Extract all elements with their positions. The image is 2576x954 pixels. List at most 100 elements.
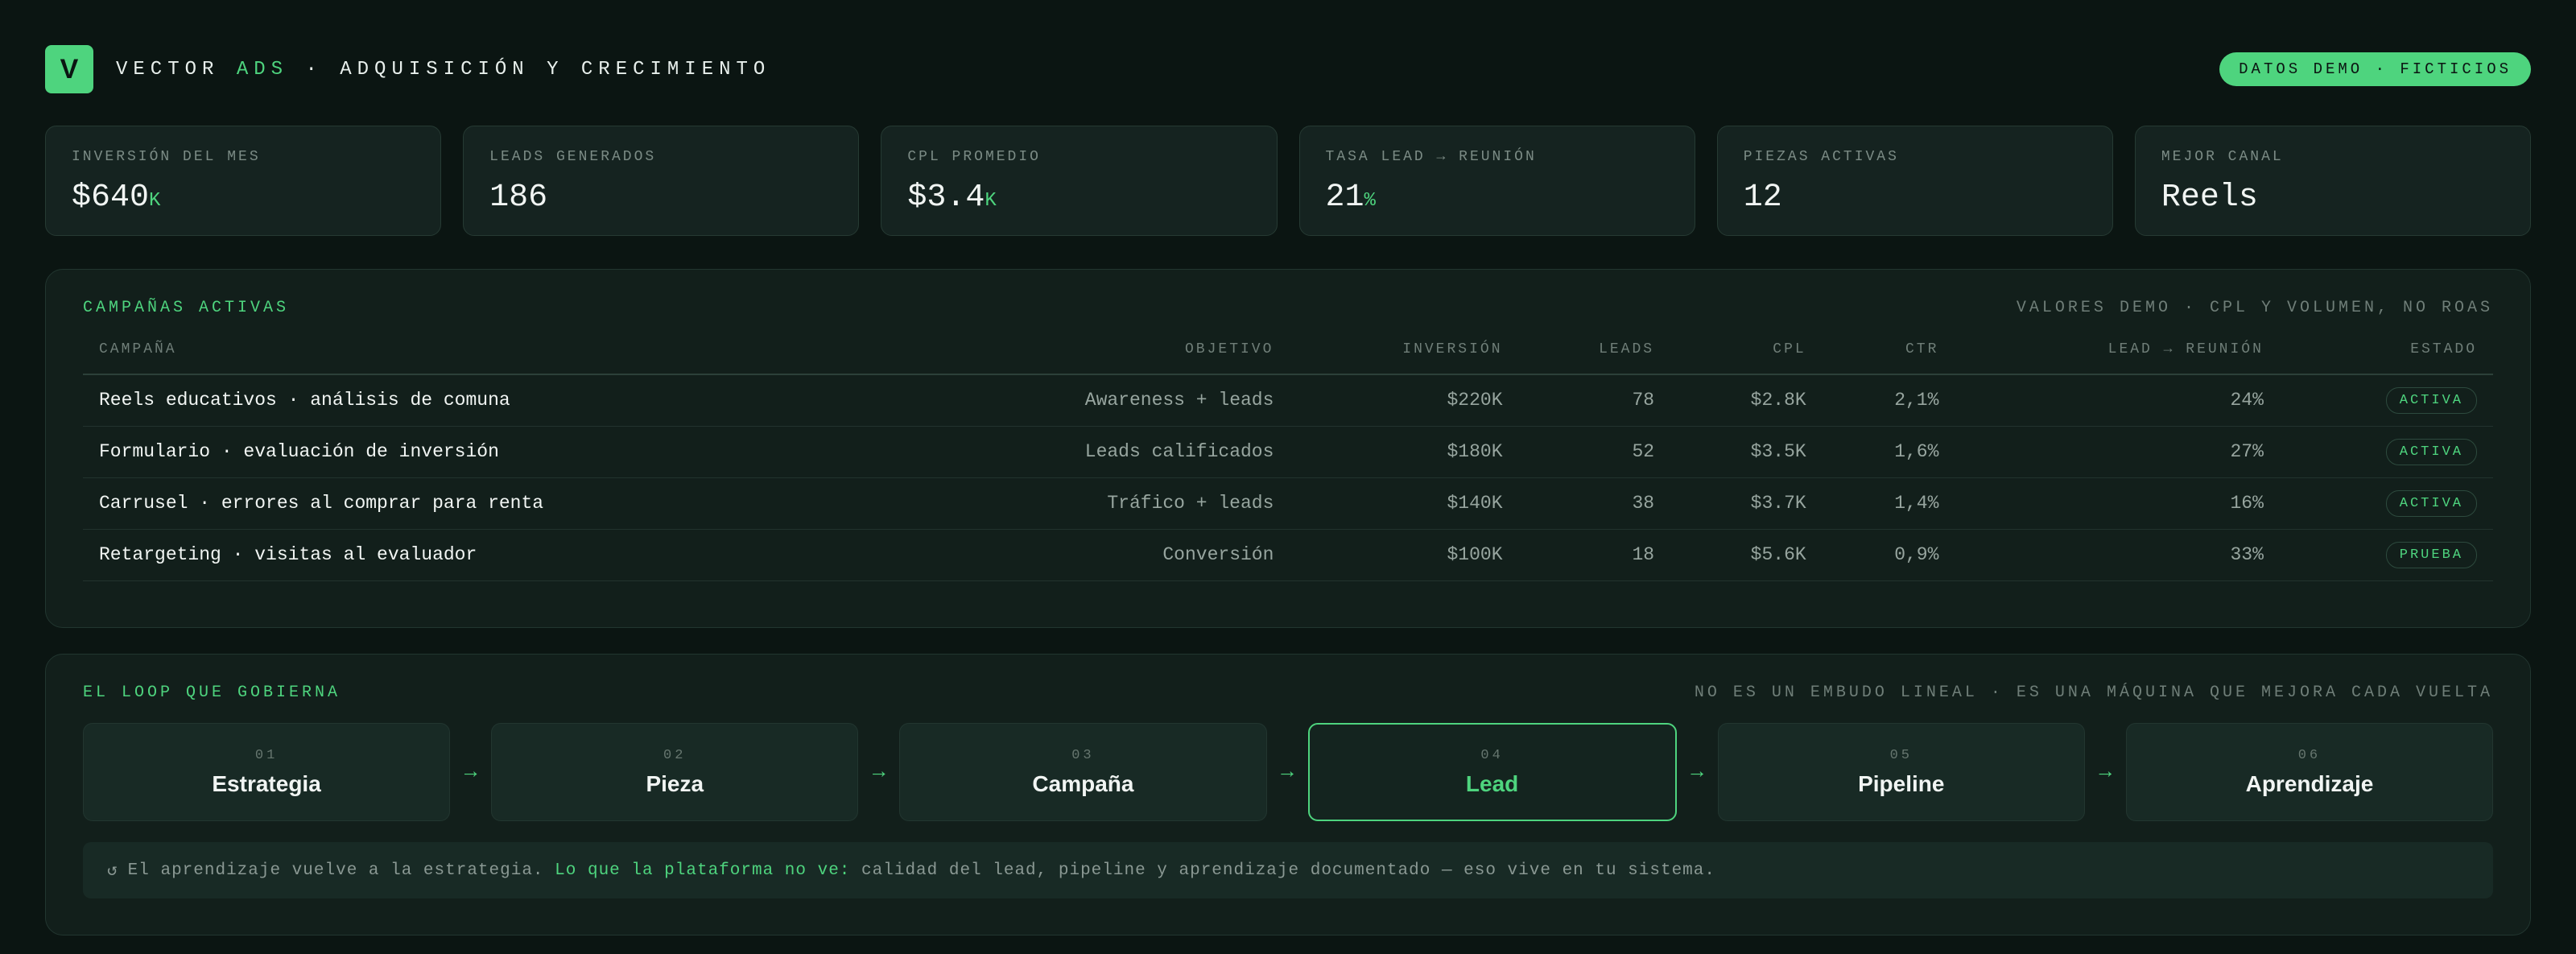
cell-objective: Leads calificados bbox=[907, 426, 1290, 478]
cell-campaign: Formulario · evaluación de inversión bbox=[83, 426, 908, 478]
campaigns-panel: CAMPAÑAS ACTIVAS VALORES DEMO · CPL Y VO… bbox=[45, 269, 2531, 628]
step-name: Lead bbox=[1465, 770, 1519, 796]
column-header-cpl[interactable]: CPL bbox=[1670, 341, 1823, 375]
cell-status: ACTIVA bbox=[2279, 374, 2493, 427]
campaigns-panel-header: CAMPAÑAS ACTIVAS VALORES DEMO · CPL Y VO… bbox=[83, 299, 2493, 317]
header: V VECTOR ADS · ADQUISICIÓN Y CRECIMIENTO… bbox=[45, 45, 2531, 93]
step-name: Aprendizaje bbox=[2245, 770, 2374, 796]
cell-status: ACTIVA bbox=[2279, 426, 2493, 478]
kpi-number: 186 bbox=[489, 180, 548, 216]
loop-step-campaign[interactable]: 03 Campaña bbox=[899, 723, 1267, 821]
kpi-value: $3.4K bbox=[907, 180, 1250, 216]
step-number: 01 bbox=[254, 747, 279, 763]
arrow-right-icon: → bbox=[464, 760, 477, 784]
cell-leads: 38 bbox=[1518, 477, 1671, 530]
cell-investment: $140K bbox=[1290, 477, 1519, 530]
cell-campaign: Carrusel · errores al comprar para renta bbox=[83, 477, 908, 530]
campaigns-title: CAMPAÑAS ACTIVAS bbox=[83, 299, 290, 317]
cell-campaign: Retargeting · visitas al evaluador bbox=[83, 529, 908, 581]
cell-campaign: Reels educativos · análisis de comuna bbox=[83, 374, 908, 427]
kpi-label: PIEZAS ACTIVAS bbox=[1743, 149, 1899, 165]
status-badge[interactable]: ACTIVA bbox=[2385, 438, 2477, 465]
cell-leads: 78 bbox=[1518, 374, 1671, 427]
column-header-campaign[interactable]: CAMPAÑA bbox=[83, 341, 908, 375]
cell-cpl: $3.7K bbox=[1670, 477, 1823, 530]
kpi-value: 21% bbox=[1326, 180, 1669, 216]
kpi-value: 186 bbox=[489, 180, 832, 216]
kpi-value: $640K bbox=[72, 180, 415, 216]
column-header-leads[interactable]: LEADS bbox=[1518, 341, 1671, 375]
cell-investment: $100K bbox=[1290, 529, 1519, 581]
column-header-investment[interactable]: INVERSIÓN bbox=[1290, 341, 1519, 375]
brand-accent: ADS bbox=[236, 58, 289, 81]
cell-leads: 18 bbox=[1518, 529, 1671, 581]
kpi-card-leads[interactable]: LEADS GENERADOS 186 bbox=[463, 126, 860, 236]
cell-investment: $220K bbox=[1290, 374, 1519, 427]
step-number: 04 bbox=[1480, 747, 1504, 763]
column-header-ctr[interactable]: CTR bbox=[1822, 341, 1955, 375]
cell-status: PRUEBA bbox=[2279, 529, 2493, 581]
footer-text-lead: El aprendizaje vuelve a la estrategia. bbox=[127, 861, 544, 880]
kpi-label: MEJOR CANAL bbox=[2161, 149, 2284, 165]
step-number: 02 bbox=[663, 747, 687, 763]
brand-title: VECTOR ADS · ADQUISICIÓN Y CRECIMIENTO bbox=[116, 59, 770, 81]
step-number: 05 bbox=[1889, 747, 1913, 763]
loop-note: NO ES UN EMBUDO LINEAL · ES UNA MÁQUINA … bbox=[1694, 683, 2493, 702]
kpi-row: INVERSIÓN DEL MES $640K LEADS GENERADOS … bbox=[45, 126, 2532, 236]
brand-suffix: · ADQUISICIÓN Y CRECIMIENTO bbox=[288, 58, 771, 81]
loop-panel: EL LOOP QUE GOBIERNA NO ES UN EMBUDO LIN… bbox=[45, 654, 2531, 935]
kpi-card-meeting-rate[interactable]: TASA LEAD → REUNIÓN 21% bbox=[1298, 126, 1695, 236]
cell-investment: $180K bbox=[1290, 426, 1519, 478]
kpi-unit: K bbox=[149, 190, 161, 212]
loop-step-piece[interactable]: 02 Pieza bbox=[491, 723, 859, 821]
kpi-card-investment[interactable]: INVERSIÓN DEL MES $640K bbox=[45, 126, 442, 236]
loop-step-lead[interactable]: 04 Lead bbox=[1307, 723, 1677, 821]
cell-objective: Awareness + leads bbox=[907, 374, 1290, 427]
loop-footer-note: ↺ El aprendizaje vuelve a la estrategia.… bbox=[83, 842, 2493, 898]
cell-ctr: 0,9% bbox=[1822, 529, 1955, 581]
loop-step-strategy[interactable]: 01 Estrategia bbox=[83, 723, 451, 821]
table-row[interactable]: Carrusel · errores al comprar para renta… bbox=[83, 477, 2493, 530]
table-row[interactable]: Formulario · evaluación de inversión Lea… bbox=[83, 426, 2493, 478]
table-row[interactable]: Reels educativos · análisis de comuna Aw… bbox=[83, 374, 2493, 427]
column-header-status[interactable]: ESTADO bbox=[2279, 341, 2493, 375]
kpi-label: TASA LEAD → REUNIÓN bbox=[1325, 149, 1537, 165]
cell-lead-meeting: 33% bbox=[1955, 529, 2280, 581]
footer-text-rest: calidad del lead, pipeline y aprendizaje… bbox=[861, 861, 1715, 880]
cell-cpl: $5.6K bbox=[1670, 529, 1823, 581]
cell-leads: 52 bbox=[1518, 426, 1671, 478]
cell-lead-meeting: 27% bbox=[1955, 426, 2280, 478]
brand-logo[interactable]: V bbox=[45, 45, 93, 93]
campaigns-note: VALORES DEMO · CPL Y VOLUMEN, NO ROAS bbox=[2016, 299, 2493, 317]
column-header-objective[interactable]: OBJETIVO bbox=[907, 341, 1290, 375]
kpi-label: INVERSIÓN DEL MES bbox=[72, 149, 261, 165]
table-header-row: CAMPAÑA OBJETIVO INVERSIÓN LEADS CPL CTR… bbox=[83, 341, 2493, 375]
cell-objective: Tráfico + leads bbox=[907, 477, 1290, 530]
step-name: Pieza bbox=[646, 770, 704, 796]
campaigns-table: CAMPAÑA OBJETIVO INVERSIÓN LEADS CPL CTR… bbox=[83, 341, 2493, 581]
table-row[interactable]: Retargeting · visitas al evaluador Conve… bbox=[83, 529, 2493, 581]
cell-cpl: $2.8K bbox=[1670, 374, 1823, 427]
arrow-right-icon: → bbox=[1690, 760, 1703, 784]
loop-step-learning[interactable]: 06 Aprendizaje bbox=[2125, 723, 2494, 821]
loop-panel-header: EL LOOP QUE GOBIERNA NO ES UN EMBUDO LIN… bbox=[83, 683, 2493, 702]
kpi-card-best-channel[interactable]: MEJOR CANAL Reels bbox=[2134, 126, 2532, 236]
kpi-card-active-pieces[interactable]: PIEZAS ACTIVAS 12 bbox=[1716, 126, 2113, 236]
status-badge[interactable]: ACTIVA bbox=[2385, 489, 2477, 517]
kpi-number: 21 bbox=[1325, 180, 1364, 216]
loop-step-pipeline[interactable]: 05 Pipeline bbox=[1717, 723, 2085, 821]
cell-status: ACTIVA bbox=[2279, 477, 2493, 530]
loop-icon: ↺ bbox=[107, 862, 118, 881]
step-name: Pipeline bbox=[1858, 770, 1945, 796]
kpi-number: 12 bbox=[1743, 180, 1782, 216]
column-header-lead-meeting[interactable]: LEAD → REUNIÓN bbox=[1955, 341, 2280, 375]
cell-ctr: 1,4% bbox=[1822, 477, 1955, 530]
kpi-label: LEADS GENERADOS bbox=[489, 149, 657, 165]
footer-highlight: Lo que la plataforma no ve: bbox=[555, 861, 851, 880]
status-badge[interactable]: ACTIVA bbox=[2385, 386, 2477, 414]
loop-title: EL LOOP QUE GOBIERNA bbox=[83, 683, 341, 702]
kpi-value: Reels bbox=[2161, 180, 2504, 216]
status-badge[interactable]: PRUEBA bbox=[2385, 541, 2477, 568]
kpi-card-cpl[interactable]: CPL PROMEDIO $3.4K bbox=[881, 126, 1278, 236]
kpi-value: 12 bbox=[1744, 180, 2087, 216]
